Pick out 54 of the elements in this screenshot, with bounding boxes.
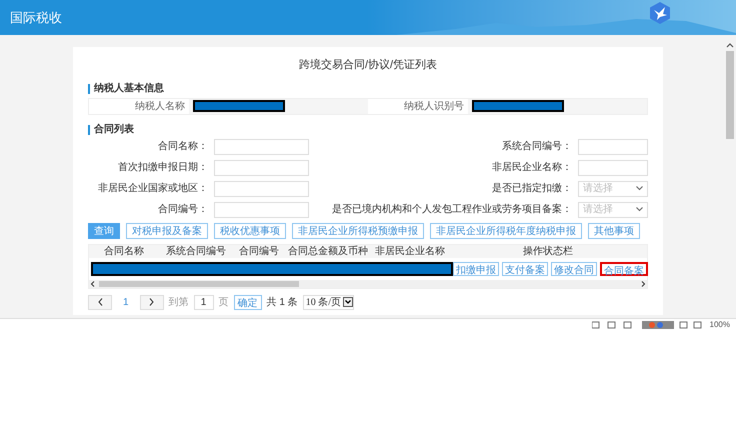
select-field[interactable]: 请选择 <box>578 180 648 196</box>
chevron-right-icon <box>149 298 154 306</box>
field-label: 纳税人识别号 <box>403 100 465 114</box>
column-header: 合同编号 <box>238 244 280 258</box>
column-header: 操作状态栏 <box>522 244 574 258</box>
row-action-button[interactable]: 合同备案 <box>600 262 648 276</box>
action-button[interactable]: 其他事项 <box>588 222 640 238</box>
filter-label: 非居民企业名称： <box>491 160 572 175</box>
page-link[interactable]: 1 <box>117 294 135 310</box>
filter-label: 系统合同编号： <box>501 140 572 154</box>
input-field[interactable] <box>214 202 309 218</box>
action-button[interactable]: 对税申报及备案 <box>126 222 208 238</box>
zoom-level: 100% <box>710 318 730 330</box>
action-button[interactable]: 查询 <box>88 222 120 238</box>
filter-label: 是否已境内机构和个人发包工程作业或劳务项目备案： <box>331 202 572 217</box>
app-title: 国际税收 <box>9 8 62 27</box>
input-field[interactable] <box>214 180 309 196</box>
action-button[interactable]: 税收优惠事项 <box>214 222 286 238</box>
section-heading: 纳税人基本信息 <box>88 84 648 94</box>
goto-label: 到第 <box>168 296 189 310</box>
row-action-button[interactable]: 修改合同 <box>551 262 597 276</box>
input-field[interactable] <box>578 160 648 176</box>
filter-label: 非居民企业国家或地区： <box>97 182 208 196</box>
filter-label: 是否已指定扣缴： <box>491 182 572 196</box>
column-header: 系统合同编号 <box>165 244 227 258</box>
page-number-field[interactable]: 1 <box>194 294 214 310</box>
chevron-down-icon <box>636 186 643 191</box>
filter-label: 首次扣缴申报日期： <box>117 160 208 175</box>
bird-logo-icon <box>648 1 672 25</box>
row-action-button[interactable]: 扣缴申报 <box>453 262 499 276</box>
page-size-select[interactable]: 10 条/页 <box>302 294 354 310</box>
filter-label: 合同编号： <box>157 202 208 217</box>
field-label: 纳税人名称 <box>134 100 186 114</box>
section-heading: 合同列表 <box>88 124 648 134</box>
action-button[interactable]: 非居民企业所得税年度纳税申报 <box>430 222 582 238</box>
previous-page-button[interactable] <box>88 294 112 310</box>
chevron-down-icon <box>342 297 353 307</box>
filter-label: 合同名称： <box>157 140 208 154</box>
input-field[interactable] <box>578 138 648 154</box>
input-field[interactable] <box>214 160 309 176</box>
page-title: 跨境交易合同/协议/凭证列表 <box>298 58 438 73</box>
input-field[interactable] <box>214 138 309 154</box>
action-button[interactable]: 非居民企业所得税预缴申报 <box>292 222 424 238</box>
chevron-left-icon <box>98 298 102 306</box>
column-header: 非居民企业名称 <box>374 244 446 258</box>
page-unit-label: 页 <box>218 296 229 310</box>
column-header: 合同名称 <box>103 244 145 258</box>
confirm-button[interactable]: 确定 <box>234 294 262 310</box>
total-count: 共 1 条 <box>266 296 298 310</box>
row-action-button[interactable]: 支付备案 <box>502 262 548 276</box>
next-page-button[interactable] <box>140 294 164 310</box>
select-field[interactable]: 请选择 <box>578 202 648 218</box>
column-header: 合同总金额及币种 <box>287 244 369 258</box>
chevron-down-icon <box>636 207 643 212</box>
